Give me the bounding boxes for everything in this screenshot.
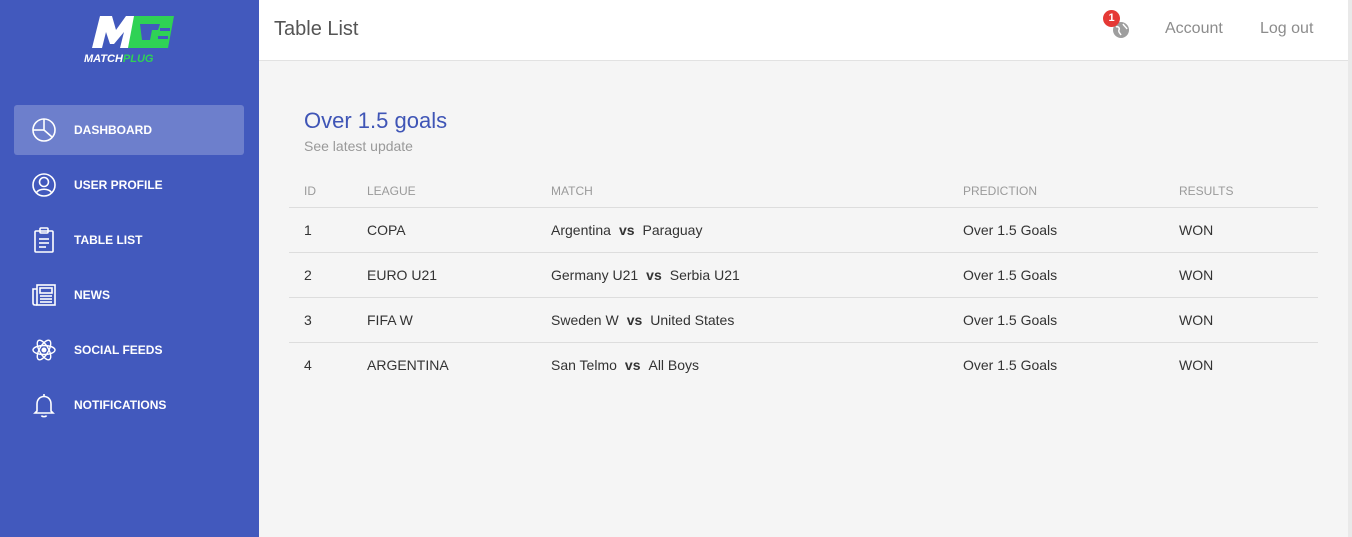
table-header-row: ID LEAGUE MATCH PREDICTION RESULTS: [289, 176, 1318, 208]
column-header-prediction: PREDICTION: [948, 176, 1164, 208]
cell-league: FIFA W: [352, 297, 536, 343]
cell-match: Sweden W vs United States: [536, 297, 948, 343]
cell-id: 2: [289, 252, 352, 298]
vs-label: vs: [646, 266, 662, 283]
column-header-match: MATCH: [536, 176, 948, 208]
top-navbar: Table List 1 Account Log out: [259, 0, 1348, 61]
cell-league: EURO U21: [352, 252, 536, 298]
sidebar-nav: DASHBOARD USER PROFILE TABLE LIST NEWS S…: [14, 105, 244, 435]
home-team: Germany U21: [551, 266, 639, 283]
cell-match: San Telmo vs All Boys: [536, 342, 948, 387]
away-team: Paraguay: [642, 221, 703, 238]
sidebar-item-news[interactable]: NEWS: [14, 270, 244, 320]
account-link[interactable]: Account: [1165, 20, 1223, 38]
user-icon: [29, 170, 59, 200]
vs-label: vs: [618, 221, 635, 238]
vs-label: vs: [626, 311, 643, 328]
away-team: Serbia U21: [669, 266, 740, 283]
sidebar-item-label: SOCIAL FEEDS: [74, 343, 163, 357]
home-team: San Telmo: [551, 356, 617, 373]
sidebar-item-label: TABLE LIST: [74, 233, 143, 247]
table-row: 1 COPA Argentina vs Paraguay Over 1.5 Goal…: [289, 207, 1318, 253]
logout-link[interactable]: Log out: [1260, 20, 1313, 38]
cell-match: Germany U21 vs Serbia U21: [536, 252, 948, 298]
sidebar-item-label: USER PROFILE: [74, 178, 163, 192]
table-row: 2 EURO U21 Germany U21 vs Serbia U21 Over …: [289, 252, 1318, 298]
card-title: Over 1.5 goals: [304, 108, 448, 133]
table-row: 3 FIFA W Sweden W vs United States Over 1.…: [289, 297, 1318, 343]
cell-id: 4: [304, 356, 312, 373]
cell-id: 1: [289, 207, 352, 253]
cell-match: Argentina vs Paraguay: [536, 207, 948, 253]
sidebar-item-notifications[interactable]: NOTIFICATIONS: [14, 380, 244, 430]
sidebar-item-label: NOTIFICATIONS: [74, 398, 167, 412]
column-header-league: LEAGUE: [352, 176, 536, 208]
vs-label: vs: [624, 356, 641, 373]
clipboard-icon: [29, 225, 59, 255]
cell-result: WON: [1164, 252, 1318, 298]
cell-prediction: Over 1.5 Goals: [963, 356, 1058, 373]
cell-prediction: Over 1.5 Goals: [948, 207, 1164, 253]
cell-result: WON: [1164, 297, 1318, 343]
sidebar-item-social-feeds[interactable]: SOCIAL FEEDS: [14, 325, 244, 375]
predictions-table: ID LEAGUE MATCH PREDICTION RESULTS 1 COP…: [289, 176, 1318, 387]
cell-prediction: Over 1.5 Goals: [948, 297, 1164, 343]
page-title: Table List: [274, 18, 359, 40]
sidebar-item-user-profile[interactable]: USER PROFILE: [14, 160, 244, 210]
table-row: 4 ARGENTINA San Telmo vs All Boys Over 1.5…: [289, 342, 1318, 387]
newspaper-icon: [29, 280, 59, 310]
column-header-id: ID: [289, 176, 352, 208]
cell-result: WON: [1179, 356, 1214, 373]
cell-league: ARGENTINA: [367, 356, 449, 373]
sidebar-item-label: NEWS: [74, 288, 110, 302]
column-header-results: RESULTS: [1164, 176, 1318, 208]
sidebar-item-label: DASHBOARD: [74, 123, 152, 137]
cell-league: COPA: [352, 207, 536, 253]
bell-icon: [29, 390, 59, 420]
notification-badge: 1: [1103, 10, 1120, 27]
away-team: United States: [650, 311, 735, 328]
card-subtitle: See latest update: [304, 138, 413, 154]
away-team: All Boys: [648, 356, 700, 373]
pie-chart-icon: [29, 115, 59, 145]
home-team: Sweden W: [551, 311, 619, 328]
atom-icon: [29, 335, 59, 365]
sidebar: MATCHPLUG DASHBOARD USER PROFILE TABLE L…: [0, 0, 259, 537]
scrollbar[interactable]: [1348, 0, 1352, 537]
home-team: Argentina: [551, 221, 611, 238]
cell-prediction: Over 1.5 Goals: [948, 252, 1164, 298]
cell-result: WON: [1164, 207, 1318, 253]
cell-id: 3: [289, 297, 352, 343]
sidebar-item-dashboard[interactable]: DASHBOARD: [14, 105, 244, 155]
sidebar-item-table-list[interactable]: TABLE LIST: [14, 215, 244, 265]
logo-text: MATCHPLUG: [84, 53, 154, 65]
